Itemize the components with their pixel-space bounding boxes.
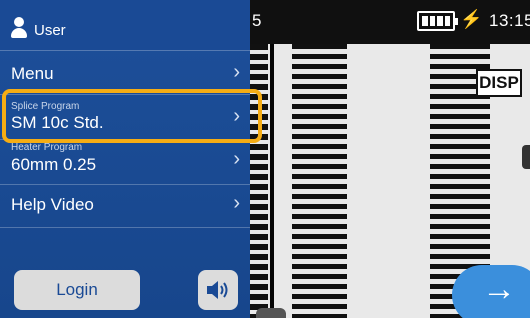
bottom-handle[interactable] [256, 308, 286, 318]
menu-item-label: Menu [11, 64, 54, 83]
chevron-right-icon: › [233, 148, 240, 170]
user-icon [11, 17, 27, 39]
status-text: 5 [252, 11, 262, 30]
side-menu-panel: User Menu › Splice Program SM 10c Std. ›… [0, 0, 250, 318]
chevron-right-icon: › [233, 61, 240, 83]
center-line [270, 0, 274, 318]
splicer-screen: 5 ⚡ 13:15 DISP → User Menu › Splice Prog… [0, 0, 530, 318]
speaker-icon [207, 281, 228, 299]
chevron-right-icon: › [233, 192, 240, 214]
status-bar: 5 ⚡ 13:15 [250, 0, 530, 44]
next-button[interactable]: → [452, 265, 530, 318]
fiber-image-stripes [292, 44, 347, 318]
speaker-button[interactable] [198, 270, 238, 310]
selection-highlight [2, 89, 262, 143]
menu-item-label: 60mm 0.25 [11, 155, 97, 174]
disp-button[interactable]: DISP [476, 69, 522, 97]
user-label: User [34, 22, 66, 39]
arrow-right-icon: → [482, 270, 516, 308]
menu-item-heater-program[interactable]: Heater Program 60mm 0.25 › [0, 139, 250, 184]
menu-item-caption: Heater Program [11, 142, 83, 153]
menu-item-menu[interactable]: Menu › [0, 50, 250, 94]
menu-item-label: Help Video [11, 195, 94, 214]
side-handle[interactable] [522, 145, 530, 169]
menu-item-help-video[interactable]: Help Video › [0, 184, 250, 228]
login-button[interactable]: Login [14, 270, 140, 310]
user-header[interactable]: User [0, 0, 250, 50]
fiber-image-stripes [250, 44, 268, 318]
charging-icon: ⚡ [460, 9, 483, 29]
battery-icon [417, 11, 458, 31]
clock: 13:15 [489, 11, 530, 30]
